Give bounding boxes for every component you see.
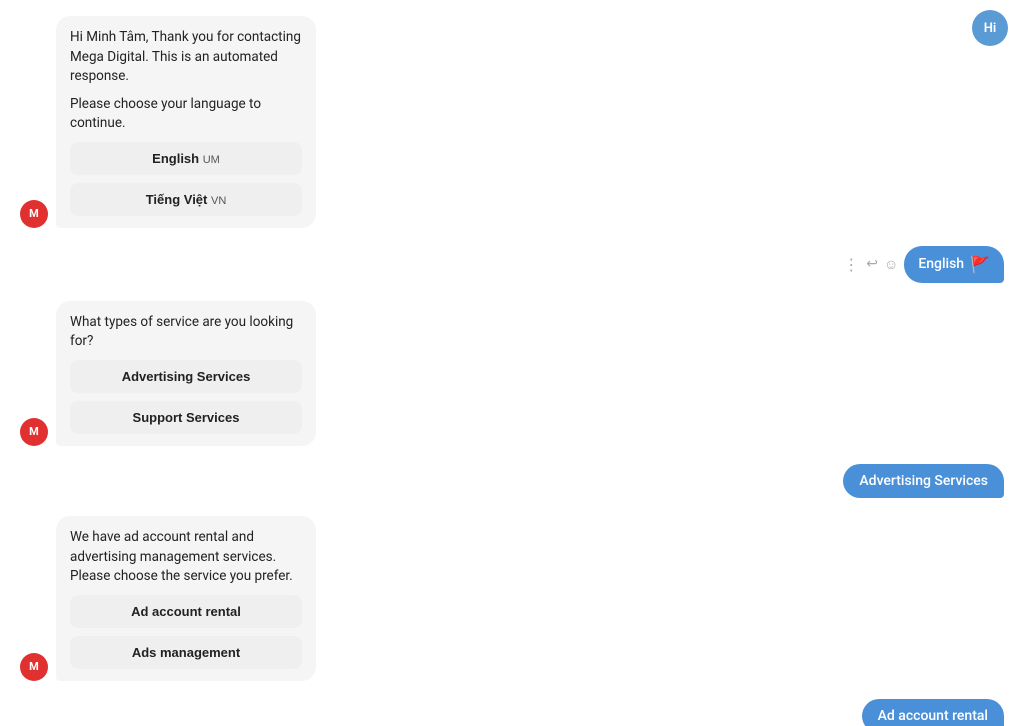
- support-services-button[interactable]: Support Services: [70, 401, 302, 434]
- user-advertising-row: Advertising Services: [20, 464, 1004, 498]
- hi-bubble-top: Hi: [972, 10, 1008, 46]
- bot-greeting-bubble: Hi Minh Tâm, Thank you for contacting Me…: [56, 16, 316, 228]
- user-english-reply-row: ⋮ ↩ ☺ English 🚩: [20, 246, 1004, 283]
- user-english-bubble: English 🚩: [904, 246, 1004, 283]
- bot-service-bubble: What types of service are you looking fo…: [56, 301, 316, 446]
- ad-rental-button[interactable]: Ad account rental: [70, 595, 302, 628]
- bot-ad-bubble: We have ad account rental and advertisin…: [56, 516, 316, 681]
- more-actions-icon[interactable]: ⋮: [843, 255, 860, 274]
- language-prompt-text: Please choose your language to continue.: [70, 95, 302, 134]
- chat-container: M Hi Minh Tâm, Thank you for contacting …: [0, 0, 1024, 726]
- bot-avatar-3: M: [20, 653, 48, 681]
- ad-intro-text: We have ad account rental and advertisin…: [70, 528, 302, 587]
- bot-greeting-row: M Hi Minh Tâm, Thank you for contacting …: [20, 16, 1004, 228]
- user-advertising-bubble: Advertising Services: [843, 464, 1004, 498]
- ads-management-button[interactable]: Ads management: [70, 636, 302, 669]
- bot-avatar: M: [20, 200, 48, 228]
- user-ad-rental-bubble: Ad account rental: [862, 699, 1004, 726]
- reply-icon[interactable]: ↩: [866, 256, 878, 272]
- vietnamese-option-button[interactable]: Tiếng Việt VN: [70, 183, 302, 216]
- bot-ad-row: M We have ad account rental and advertis…: [20, 516, 1004, 681]
- user-ad-rental-row: Ad account rental: [20, 699, 1004, 726]
- english-reply-text: English: [918, 256, 964, 272]
- english-option-button[interactable]: English UM: [70, 142, 302, 175]
- service-question-text: What types of service are you looking fo…: [70, 313, 302, 352]
- emoji-icon[interactable]: ☺: [884, 256, 898, 273]
- bot-avatar-2: M: [20, 418, 48, 446]
- bot-service-row: M What types of service are you looking …: [20, 301, 1004, 446]
- greeting-text: Hi Minh Tâm, Thank you for contacting Me…: [70, 28, 302, 87]
- english-flag-icon: 🚩: [970, 255, 990, 274]
- advertising-services-button[interactable]: Advertising Services: [70, 360, 302, 393]
